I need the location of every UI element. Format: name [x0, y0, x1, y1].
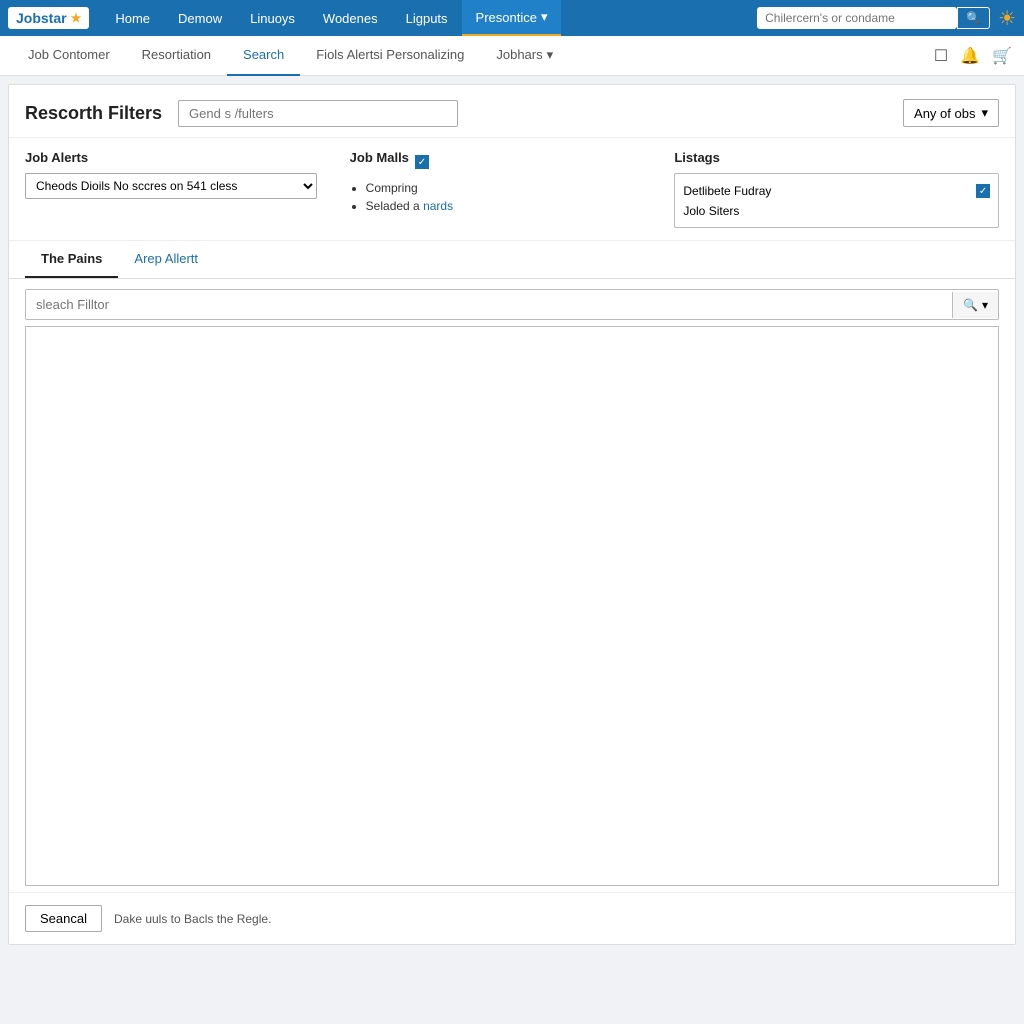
job-malls-title: Job Malls	[350, 150, 409, 165]
sub-nav-job-contomer[interactable]: Job Contomer	[12, 36, 126, 76]
search-filter-input[interactable]	[26, 290, 952, 319]
filters-dropdown-arrow-icon: ▾	[981, 105, 988, 121]
filters-input[interactable]	[178, 100, 458, 127]
footer-section: Seancal Dake uuls to Bacls the Regle.	[9, 892, 1015, 944]
tab-the-pains[interactable]: The Pains	[25, 241, 118, 278]
nav-link-presontice[interactable]: Presontice ▾	[462, 0, 562, 36]
window-icon[interactable]: ☐	[934, 46, 948, 66]
job-malls-checkbox[interactable]: ✓	[415, 155, 429, 169]
jobhars-dropdown-icon: ▾	[547, 47, 554, 63]
listing-label-0: Detlibete Fudray	[683, 184, 968, 198]
top-search-button[interactable]: 🔍	[957, 7, 990, 29]
search-filter-area: 🔍 ▾	[9, 289, 1015, 320]
top-search-input[interactable]	[757, 7, 957, 29]
tab-arep-allertt[interactable]: Arep Allertt	[118, 241, 214, 278]
notification-icon[interactable]: 🔔	[960, 46, 980, 66]
tabs: The Pains Arep Allertt	[25, 241, 999, 278]
listing-label-1: Jolo Siters	[683, 204, 990, 218]
sub-nav: Job Contomer Resortiation Search Fiols A…	[0, 36, 1024, 76]
filters-title: Rescorth Filters	[25, 103, 162, 124]
nav-link-wodenes[interactable]: Wodenes	[309, 0, 392, 36]
job-malls-section: Job Malls ✓ Compring Seladed a nards	[350, 150, 675, 228]
listags-section: Listags Detlibete Fudray ✓ Jolo Siters	[674, 150, 999, 228]
job-malls-list: Compring Seladed a nards	[350, 181, 675, 213]
nav-link-ligputs[interactable]: Ligputs	[392, 0, 462, 36]
cart-icon[interactable]: 🛒	[992, 46, 1012, 66]
logo-text: Jobstar	[16, 10, 67, 26]
search-dropdown-arrow-icon: ▾	[982, 298, 988, 312]
nav-link-home[interactable]: Home	[101, 0, 164, 36]
search-filter-button[interactable]: 🔍 ▾	[952, 292, 998, 318]
filters-dropdown[interactable]: Any of obs ▾	[903, 99, 999, 127]
sub-nav-jobhars[interactable]: Jobhars ▾	[480, 36, 569, 76]
top-nav: Jobstar ★ Home Demow Linuoys Wodenes Lig…	[0, 0, 1024, 36]
listing-row-0: Detlibete Fudray ✓	[683, 180, 990, 201]
sub-nav-fiols[interactable]: Fiols Alertsi Personalizing	[300, 36, 480, 76]
logo-star: ★	[71, 11, 82, 25]
search-filter-row: 🔍 ▾	[25, 289, 999, 320]
job-malls-nards-link[interactable]: nards	[423, 199, 453, 213]
tabs-section: The Pains Arep Allertt	[9, 241, 1015, 279]
nav-link-linuoys[interactable]: Linuoys	[236, 0, 309, 36]
listags-title: Listags	[674, 150, 999, 165]
job-malls-item-1: Seladed a nards	[366, 199, 675, 213]
job-malls-content: Job Malls ✓ Compring Seladed a nards	[350, 150, 675, 217]
footer-text: Dake uuls to Bacls the Regle.	[114, 912, 271, 926]
job-alerts-title: Job Alerts	[25, 150, 350, 165]
cancel-button[interactable]: Seancal	[25, 905, 102, 932]
search-icon: 🔍	[963, 298, 978, 312]
sub-nav-search[interactable]: Search	[227, 36, 300, 76]
filters-dropdown-label: Any of obs	[914, 106, 975, 121]
filter-sections: Job Alerts Cheods Dioils No sccres on 54…	[9, 138, 1015, 241]
user-icon: ☀	[998, 6, 1016, 31]
top-nav-links: Home Demow Linuoys Wodenes Ligputs Preso…	[101, 0, 757, 36]
logo[interactable]: Jobstar ★	[8, 7, 89, 29]
main-content: Rescorth Filters Any of obs ▾ Job Alerts…	[8, 84, 1016, 945]
listing-checkbox-0[interactable]: ✓	[976, 184, 990, 198]
sub-nav-resortiation[interactable]: Resortiation	[126, 36, 227, 76]
filters-header: Rescorth Filters Any of obs ▾	[9, 85, 1015, 138]
job-malls-item-0: Compring	[366, 181, 675, 195]
sub-nav-icons: ☐ 🔔 🛒	[934, 46, 1012, 66]
job-alerts-select[interactable]: Cheods Dioils No sccres on 541 cless	[25, 173, 317, 199]
nav-link-demow[interactable]: Demow	[164, 0, 236, 36]
listags-box: Detlibete Fudray ✓ Jolo Siters	[674, 173, 999, 228]
dropdown-arrow-icon: ▾	[541, 9, 548, 25]
job-alerts-section: Job Alerts Cheods Dioils No sccres on 54…	[25, 150, 350, 228]
listing-row-1: Jolo Siters	[683, 201, 990, 221]
results-area[interactable]	[25, 326, 999, 886]
